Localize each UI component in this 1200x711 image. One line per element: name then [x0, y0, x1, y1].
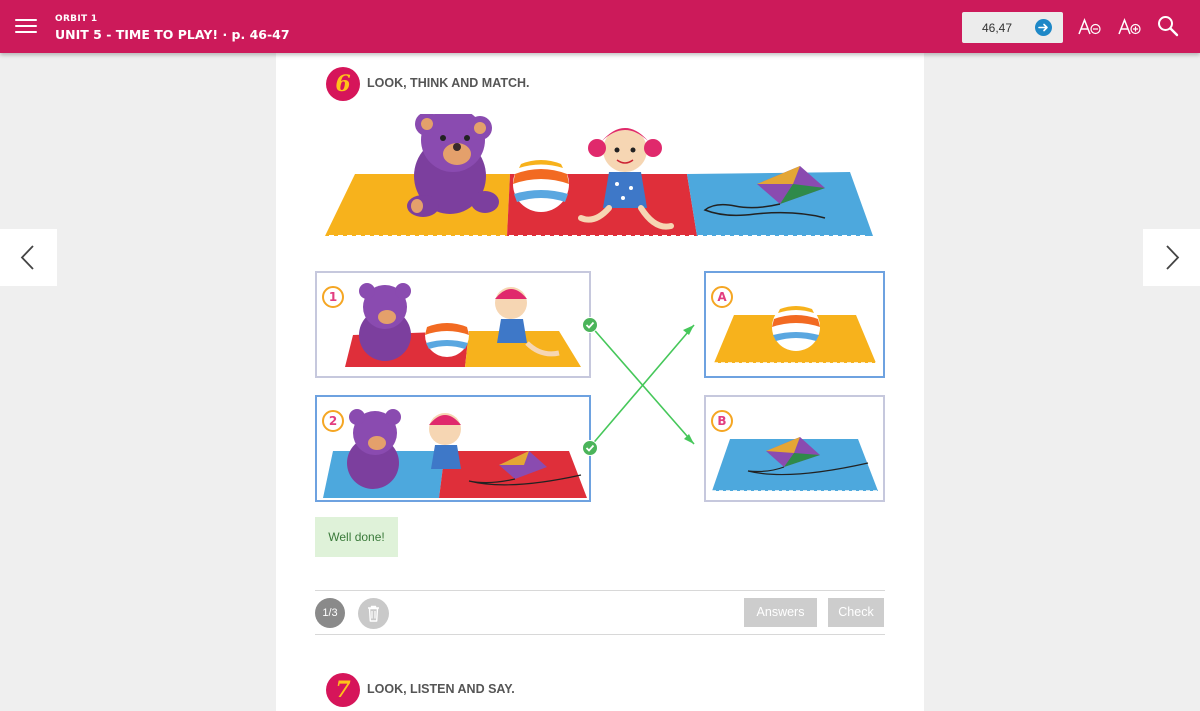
- card-2-correct-indicator: [582, 440, 598, 456]
- trash-icon: [368, 605, 379, 622]
- arrow-right-icon: [1038, 23, 1048, 32]
- kite-on-mat-image: [712, 437, 878, 492]
- page-content: 6 LOOK, THINK AND MATCH. 1 2 A B Well do…: [276, 53, 924, 711]
- go-to-page-button[interactable]: [1035, 19, 1052, 36]
- chevron-left-icon: [20, 245, 34, 270]
- exercise-title: LOOK, THINK AND MATCH.: [367, 76, 530, 90]
- page-jump-box: [962, 12, 1063, 43]
- font-increase-icon: [1118, 17, 1141, 35]
- card-1-correct-indicator: [582, 317, 598, 333]
- book-label: ORBIT 1: [55, 14, 98, 24]
- reset-button[interactable]: [358, 598, 389, 629]
- toys-illustration: [325, 114, 873, 237]
- answers-button[interactable]: Answers: [744, 598, 817, 627]
- menu-icon[interactable]: [15, 17, 39, 35]
- match-card-b[interactable]: B: [704, 395, 885, 502]
- teddy-doll-kite-image: [323, 409, 587, 498]
- exercise-number-badge: 6: [326, 67, 360, 101]
- chevron-right-icon: [1166, 245, 1180, 270]
- attempt-counter: 1/3: [315, 598, 345, 628]
- checkmark-icon: [585, 321, 595, 329]
- card-label-badge: A: [711, 286, 733, 308]
- top-bar: ORBIT 1 UNIT 5 - TIME TO PLAY! · p. 46-4…: [0, 0, 1200, 53]
- divider: [315, 634, 885, 635]
- exercise-number-badge: 7: [326, 673, 360, 707]
- match-card-a[interactable]: A: [704, 271, 885, 378]
- ball-on-mat-image: [714, 303, 876, 364]
- divider: [315, 590, 885, 591]
- card-label-badge: 2: [322, 410, 344, 432]
- previous-page-button[interactable]: [0, 229, 57, 286]
- match-card-1[interactable]: 1: [315, 271, 591, 378]
- font-decrease-icon: [1078, 17, 1101, 35]
- search-icon: [1158, 16, 1179, 37]
- match-card-2[interactable]: 2: [315, 395, 591, 502]
- page-number-input[interactable]: [962, 12, 1032, 43]
- teddy-ball-doll-image: [345, 283, 581, 367]
- unit-title: UNIT 5 - TIME TO PLAY! · p. 46-47: [55, 27, 290, 42]
- search-button[interactable]: [1156, 14, 1180, 40]
- exercise-title: LOOK, LISTEN AND SAY.: [367, 682, 515, 696]
- feedback-message: Well done!: [315, 517, 398, 557]
- next-page-button[interactable]: [1143, 229, 1200, 286]
- font-decrease-button[interactable]: [1076, 14, 1102, 40]
- card-label-badge: B: [711, 410, 733, 432]
- check-button[interactable]: Check: [828, 598, 884, 627]
- checkmark-icon: [585, 444, 595, 452]
- card-label-badge: 1: [322, 286, 344, 308]
- font-increase-button[interactable]: [1116, 14, 1142, 40]
